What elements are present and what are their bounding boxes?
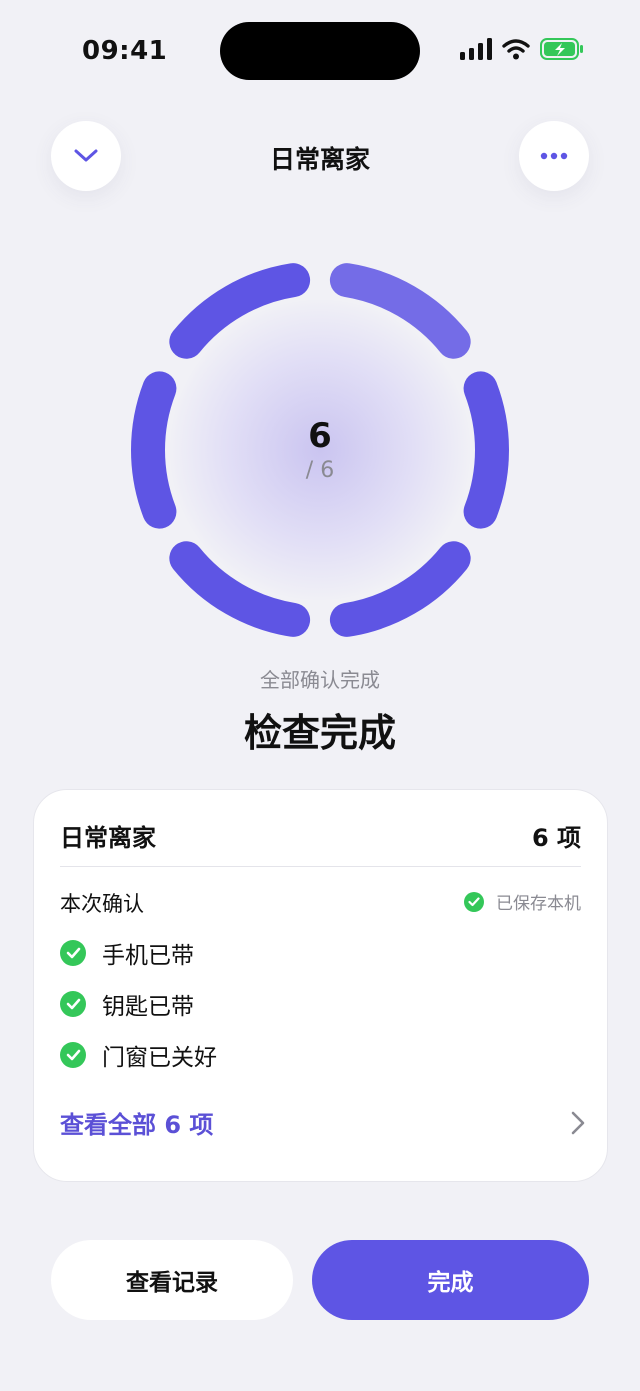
list-item: 门窗已关好 xyxy=(60,1038,217,1072)
more-button[interactable] xyxy=(519,121,589,191)
wifi-icon xyxy=(502,38,530,64)
status-time: 09:41 xyxy=(82,36,168,66)
saved-status: 已保存本机 xyxy=(464,889,581,914)
list-item-label: 门窗已关好 xyxy=(102,1045,217,1071)
section-label: 本次确认 xyxy=(60,892,144,916)
card-title: 日常离家 xyxy=(60,824,156,852)
status-icons xyxy=(460,38,584,64)
ring-segment xyxy=(329,541,471,637)
more-dots-icon xyxy=(540,152,568,160)
card-item-count: 6 项 xyxy=(531,824,581,852)
check-circle-icon xyxy=(60,940,86,966)
check-circle-icon xyxy=(60,991,86,1017)
list-item: 钥匙已带 xyxy=(60,987,194,1021)
list-item-label: 手机已带 xyxy=(102,943,194,969)
checklist-card: 日常离家 6 项 本次确认 已保存本机 手机已带 钥匙已带 门窗已关好 查看全部… xyxy=(33,789,608,1182)
view-all-items-link[interactable]: 查看全部 6 项 xyxy=(60,1105,585,1140)
chevron-right-icon xyxy=(571,1111,585,1134)
progress-count: 6 xyxy=(308,416,332,456)
completion-subtitle: 全部确认完成 xyxy=(260,668,380,692)
saved-label: 已保存本机 xyxy=(496,894,581,914)
view-history-button[interactable]: 查看记录 xyxy=(51,1240,293,1320)
done-button[interactable]: 完成 xyxy=(312,1240,589,1320)
check-circle-icon xyxy=(464,891,484,912)
list-item-label: 钥匙已带 xyxy=(102,994,194,1020)
dynamic-island xyxy=(220,22,420,80)
signal-icon xyxy=(460,38,492,64)
ring-segment xyxy=(329,263,471,359)
battery-charging-icon xyxy=(540,38,584,64)
card-divider xyxy=(60,866,581,867)
list-item: 手机已带 xyxy=(60,936,194,970)
progress-ring: 6 / 6 xyxy=(100,230,540,670)
screen: 09:41 日常离家 6 / 6 全部确认完成 检查完成 日常离家 6 项 本次… xyxy=(0,0,640,1391)
completion-title: 检查完成 xyxy=(243,711,396,755)
check-circle-icon xyxy=(60,1042,86,1068)
ring-segment xyxy=(169,541,311,637)
progress-total: / 6 xyxy=(305,458,335,483)
ring-segment xyxy=(169,263,311,359)
view-all-label: 查看全部 6 项 xyxy=(60,1111,214,1139)
